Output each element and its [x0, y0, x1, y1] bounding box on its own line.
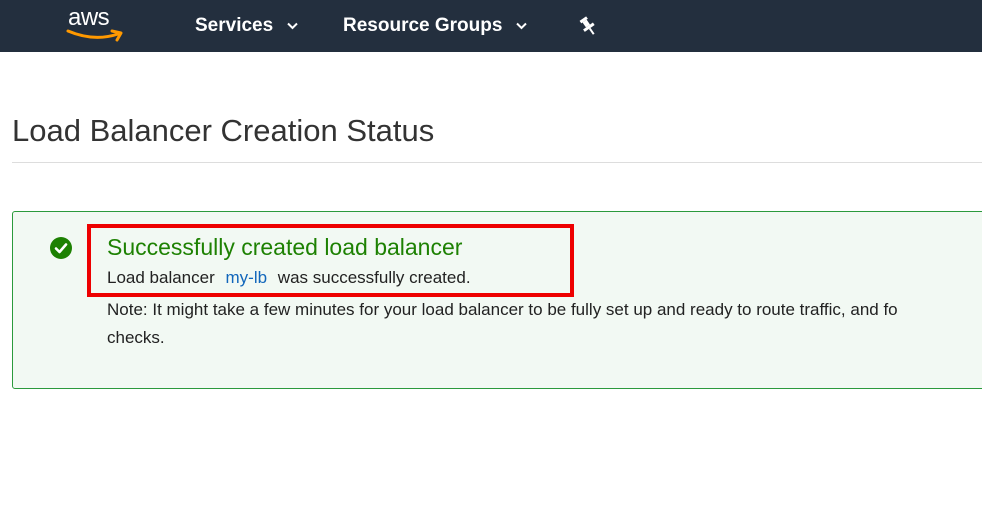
aws-logo[interactable]: aws	[66, 4, 128, 44]
setup-note: Note: It might take a few minutes for yo…	[107, 296, 982, 352]
top-navigation-bar: aws Services Resource Groups	[0, 0, 982, 52]
services-label: Services	[195, 15, 274, 36]
highlight-rectangle	[87, 224, 574, 297]
resource-groups-label: Resource Groups	[343, 15, 503, 36]
pushpin-icon[interactable]	[578, 15, 598, 37]
setup-note-line-1: Note: It might take a few minutes for yo…	[107, 300, 898, 319]
chevron-down-icon	[516, 22, 528, 30]
chevron-down-icon	[287, 22, 298, 30]
setup-note-line-2: checks.	[107, 328, 165, 347]
services-menu[interactable]: Services	[195, 14, 298, 38]
check-circle-icon	[50, 237, 72, 259]
resource-groups-menu[interactable]: Resource Groups	[343, 14, 528, 38]
aws-smile-icon	[66, 29, 123, 42]
page-title: Load Balancer Creation Status	[12, 113, 435, 148]
title-divider	[12, 162, 982, 163]
